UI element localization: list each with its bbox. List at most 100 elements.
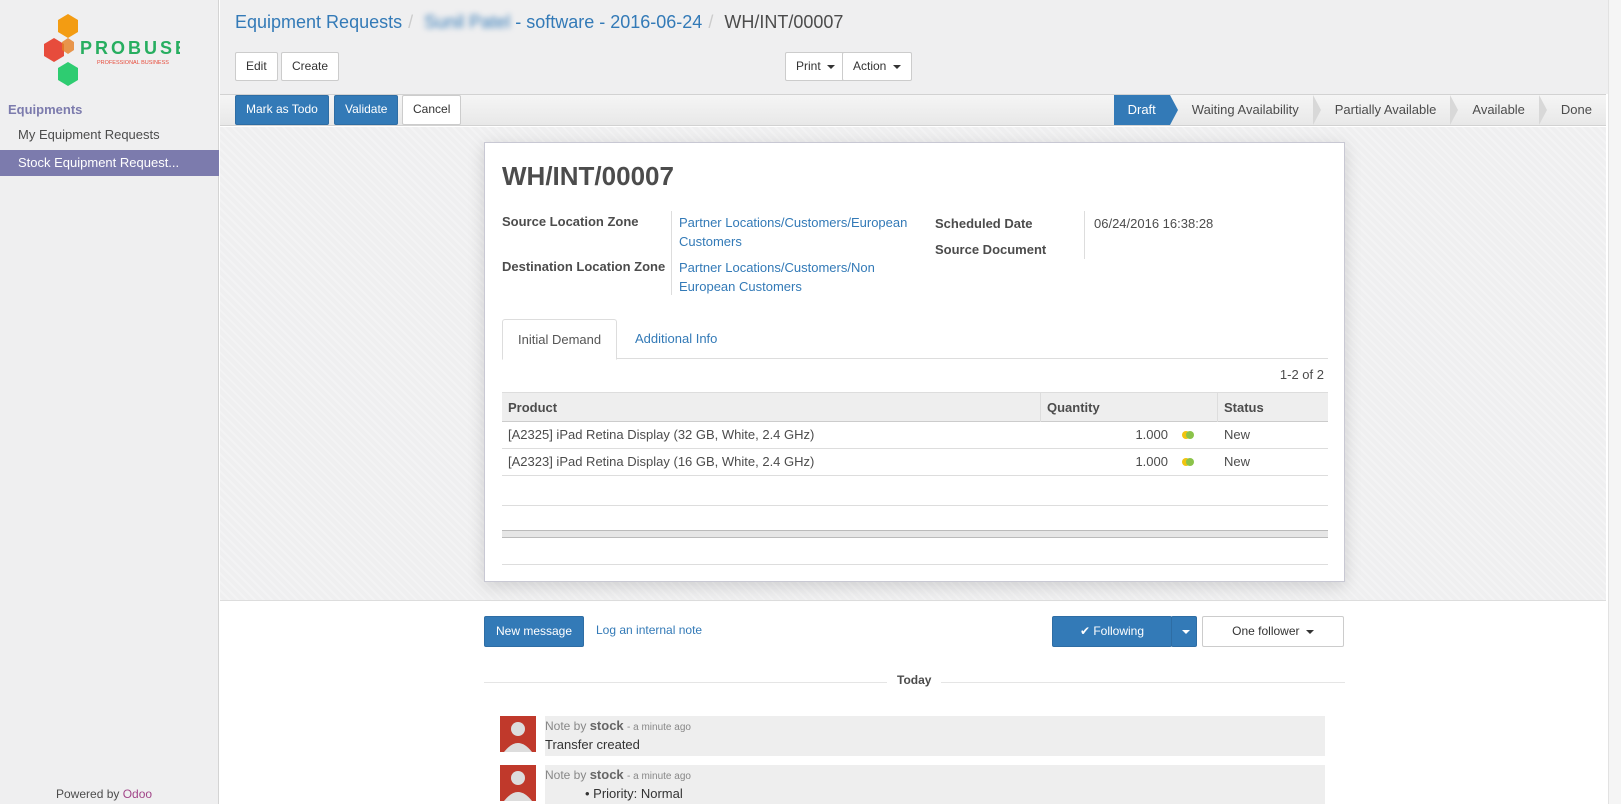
sidebar-item-stock-equipment-requests[interactable]: Stock Equipment Request...: [0, 150, 219, 176]
message-author[interactable]: stock: [590, 718, 624, 733]
destination-zone-label: Destination Location Zone: [502, 259, 666, 274]
stage-available: Available: [1450, 95, 1547, 125]
chatter-message: Note by stock - a minute ago • Priority:…: [500, 765, 1325, 804]
message-prefix: Note by: [545, 719, 587, 733]
pager-value[interactable]: 1-2 of 2: [1280, 367, 1324, 382]
following-dropdown-toggle[interactable]: [1171, 616, 1197, 647]
empty-row-divider: [502, 564, 1328, 565]
followers-label: One follower: [1232, 624, 1300, 638]
day-separator-label: Today: [887, 673, 942, 687]
source-zone-link[interactable]: Partner Locations/Customers/European Cus…: [679, 213, 907, 251]
caret-down-icon: [892, 64, 901, 69]
breadcrumb-root[interactable]: Equipment Requests: [235, 12, 402, 32]
powered-by: Powered by Odoo: [56, 787, 152, 801]
odoo-link[interactable]: Odoo: [123, 787, 152, 801]
caret-down-icon: [1181, 629, 1190, 634]
vertical-scrollbar[interactable]: [1608, 0, 1621, 804]
tracking-value: Priority: Normal: [593, 786, 683, 801]
caret-down-icon: [827, 64, 836, 69]
action-dropdown[interactable]: Action: [842, 52, 912, 81]
check-icon: ✔: [1079, 624, 1090, 638]
empty-row-divider: [502, 505, 1328, 506]
column-quantity[interactable]: Quantity: [1047, 393, 1100, 422]
create-button[interactable]: Create: [281, 52, 340, 81]
control-panel: Equipment Requests / Sunil Patel - softwa…: [220, 0, 1621, 94]
stage-draft: Draft: [1113, 95, 1178, 125]
statusbar: Mark as Todo Validate Cancel Draft Waiti…: [220, 94, 1606, 126]
powered-by-label: Powered by: [56, 787, 120, 801]
followers-dropdown[interactable]: One follower: [1202, 616, 1344, 647]
table-header: Product Quantity Status: [502, 392, 1328, 422]
table-footer: [502, 530, 1328, 538]
mark-as-todo-button[interactable]: Mark as Todo: [235, 95, 329, 125]
row-product: [A2325] iPad Retina Display (32 GB, Whit…: [508, 427, 815, 442]
source-zone-label: Source Location Zone: [502, 214, 639, 229]
message-bubble: Note by stock - a minute ago • Priority:…: [545, 765, 1325, 804]
row-quantity: 1.000: [1135, 454, 1168, 469]
new-message-button[interactable]: New message: [484, 616, 585, 647]
user-silhouette-icon: [504, 771, 532, 801]
probuse-logo[interactable]: PROBUSE PROFESSIONAL BUSINESS: [40, 12, 180, 88]
row-status: New: [1224, 454, 1251, 469]
message-body: • Priority: Normal: [585, 786, 683, 801]
notebook-tabs: Initial Demand Additional Info: [502, 319, 1328, 360]
column-product[interactable]: Product: [508, 393, 557, 422]
table-row[interactable]: [A2323] iPad Retina Display (16 GB, Whit…: [502, 449, 1328, 476]
cancel-button[interactable]: Cancel: [402, 95, 462, 125]
destination-zone-line2: European Customers: [679, 279, 802, 294]
breadcrumb-current: WH/INT/00007: [724, 12, 844, 32]
availability-icon[interactable]: [1181, 430, 1195, 440]
row-quantity: 1.000: [1135, 427, 1168, 442]
breadcrumb-blurred-name[interactable]: Sunil Patel: [424, 12, 510, 32]
message-time: - a minute ago: [627, 722, 691, 733]
avatar[interactable]: [500, 765, 536, 801]
following-label: Following: [1093, 624, 1145, 638]
row-status: New: [1224, 427, 1251, 442]
breadcrumb: Equipment Requests / Sunil Patel - softwa…: [235, 12, 844, 32]
stage-partially-available: Partially Available: [1313, 95, 1459, 125]
sidebar-item-my-equipment-requests[interactable]: My Equipment Requests: [0, 122, 219, 148]
tab-additional-info[interactable]: Additional Info: [620, 319, 732, 359]
logo-tagline: PROFESSIONAL BUSINESS: [97, 60, 169, 66]
logo-text: PROBUSE: [80, 38, 180, 58]
stage-waiting-availability: Waiting Availability: [1170, 95, 1321, 125]
validate-button[interactable]: Validate: [334, 95, 399, 125]
edit-button[interactable]: Edit: [235, 52, 278, 81]
message-bubble: Note by stock - a minute ago Transfer cr…: [545, 716, 1325, 756]
message-body: Transfer created: [545, 737, 640, 752]
chatter-message: Note by stock - a minute ago Transfer cr…: [500, 716, 1325, 756]
tab-initial-demand[interactable]: Initial Demand: [502, 319, 618, 360]
message-time: - a minute ago: [627, 771, 691, 782]
source-zone-line2: Customers: [679, 234, 742, 249]
print-label: Print: [796, 59, 821, 73]
breadcrumb-request[interactable]: - software - 2016-06-24: [515, 12, 702, 32]
row-product: [A2323] iPad Retina Display (16 GB, Whit…: [508, 454, 815, 469]
avatar[interactable]: [500, 716, 536, 752]
stage-pipeline: Draft Waiting Availability Partially Ava…: [1113, 95, 1606, 125]
sidebar: PROBUSE PROFESSIONAL BUSINESS Equipments…: [0, 0, 219, 804]
scheduled-date-value: 06/24/2016 16:38:28: [1094, 216, 1214, 231]
availability-icon[interactable]: [1181, 457, 1195, 467]
message-prefix: Note by: [545, 768, 587, 782]
caret-down-icon: [1305, 629, 1314, 634]
form-sheet: WH/INT/00007 Source Location Zone Partne…: [484, 142, 1345, 582]
log-note-link[interactable]: Log an internal note: [596, 616, 702, 647]
stage-done: Done: [1560, 102, 1592, 117]
action-label: Action: [853, 59, 887, 73]
scheduled-date-label: Scheduled Date: [935, 216, 1033, 231]
column-status[interactable]: Status: [1224, 393, 1264, 422]
following-button[interactable]: ✔ Following: [1052, 616, 1172, 647]
table-row[interactable]: [A2325] iPad Retina Display (32 GB, Whit…: [502, 422, 1328, 449]
field-divider: [671, 211, 672, 295]
destination-zone-link[interactable]: Partner Locations/Customers/Non European…: [679, 258, 875, 296]
destination-zone-line1: Partner Locations/Customers/Non: [679, 260, 875, 275]
source-document-label: Source Document: [935, 242, 1047, 257]
source-zone-line1: Partner Locations/Customers/European: [679, 215, 908, 230]
message-meta: Note by stock - a minute ago: [545, 767, 1325, 782]
sidebar-section-equipments: Equipments: [8, 102, 83, 117]
field-divider: [1084, 211, 1085, 259]
message-author[interactable]: stock: [590, 767, 624, 782]
user-silhouette-icon: [504, 722, 532, 752]
document-title: WH/INT/00007: [502, 161, 674, 191]
print-dropdown[interactable]: Print: [785, 52, 847, 81]
